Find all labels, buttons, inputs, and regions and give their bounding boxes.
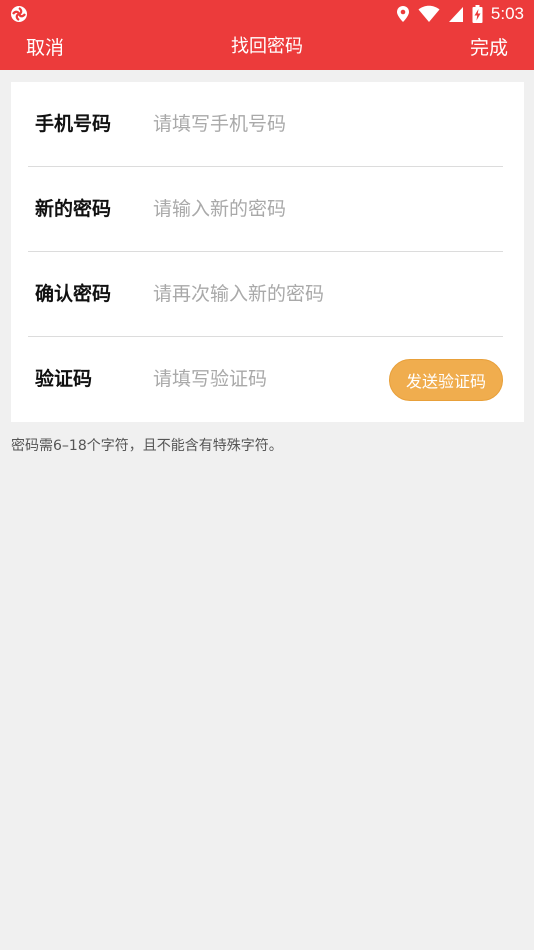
status-bar: 5:03 <box>0 0 534 28</box>
phone-input[interactable] <box>153 109 493 139</box>
battery-charging-icon <box>472 5 483 23</box>
toolbar: 取消 找回密码 完成 <box>0 28 534 70</box>
confirm-password-input[interactable] <box>153 279 493 309</box>
signal-icon <box>448 7 463 22</box>
verification-code-input[interactable] <box>153 364 383 394</box>
new-password-row: 新的密码 <box>28 167 503 252</box>
status-time: 5:03 <box>490 4 524 23</box>
new-password-input[interactable] <box>153 194 493 224</box>
form-card: 手机号码 新的密码 确认密码 验证码 发送验证码 <box>11 82 524 422</box>
wifi-icon <box>418 5 440 22</box>
send-code-button[interactable]: 发送验证码 <box>389 359 503 401</box>
confirm-password-row: 确认密码 <box>28 252 503 337</box>
done-button[interactable]: 完成 <box>470 36 508 62</box>
status-icons: 5:03 <box>396 4 524 24</box>
phone-row: 手机号码 <box>28 82 503 167</box>
new-password-label: 新的密码 <box>35 198 112 220</box>
page-title: 找回密码 <box>231 36 303 57</box>
phone-label: 手机号码 <box>35 113 112 135</box>
verification-code-label: 验证码 <box>35 368 93 390</box>
verification-code-row: 验证码 发送验证码 <box>28 337 503 422</box>
confirm-password-label: 确认密码 <box>35 283 112 305</box>
password-hint: 密码需6–18个字符，且不能含有特殊字符。 <box>11 438 283 454</box>
location-icon <box>396 6 409 22</box>
app-logo-icon <box>11 6 27 22</box>
